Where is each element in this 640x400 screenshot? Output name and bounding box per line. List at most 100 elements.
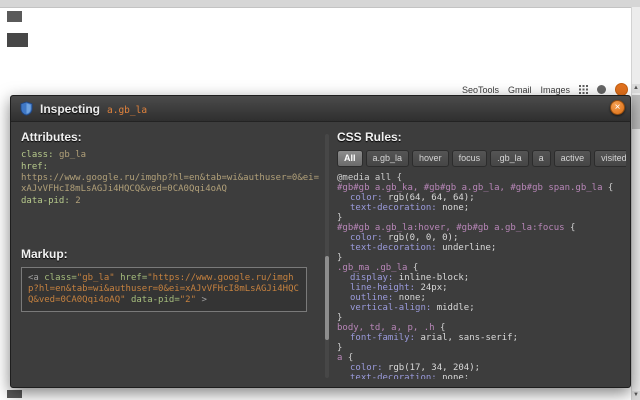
- inspector-panel: Inspecting a.gb_la × Attributes: class: …: [10, 95, 631, 388]
- attribute-value: 2: [75, 196, 81, 206]
- brace: }: [337, 343, 343, 353]
- css-property: vertical-align:: [350, 303, 432, 313]
- css-tab-gb-la[interactable]: .gb_la: [490, 150, 529, 167]
- rule-selector: #gb#gb a.gb_ka, #gb#gb a.gb_la, #gb#gb s…: [337, 183, 603, 193]
- attribute-name: href:: [21, 162, 49, 172]
- css-property: text-decoration:: [350, 373, 437, 379]
- header-link-gmail[interactable]: Gmail: [508, 85, 532, 95]
- attributes-section: Attributes: class: gb_la href: https://ww…: [21, 128, 321, 384]
- brace: {: [342, 353, 354, 363]
- scroll-down-arrow[interactable]: ▼: [632, 391, 640, 400]
- css-tab-active[interactable]: active: [553, 150, 592, 167]
- css-property: color:: [350, 363, 383, 373]
- page-scrollbar[interactable]: [631, 7, 640, 400]
- rule-selector: #gb#gb a.gb_la:hover, #gb#gb a.gb_la:foc…: [337, 223, 565, 233]
- css-property: color:: [350, 193, 383, 203]
- css-line: #gb#gb a.gb_la:hover, #gb#gb a.gb_la:foc…: [337, 223, 626, 233]
- inspector-titlebar[interactable]: Inspecting a.gb_la ×: [11, 96, 630, 122]
- css-scrollbar-thumb[interactable]: [325, 256, 329, 340]
- css-tab-a-gb-la[interactable]: a.gb_la: [365, 150, 410, 167]
- css-tab-focus[interactable]: focus: [451, 150, 488, 167]
- css-line: color: rgb(17, 34, 204);: [337, 363, 626, 373]
- css-value: rgb(17, 34, 204);: [387, 363, 481, 373]
- header-link[interactable]: SeoTools: [462, 85, 499, 95]
- css-value: 24px;: [420, 283, 448, 293]
- markup-attr-name: class=: [44, 273, 77, 283]
- css-property: display:: [350, 273, 394, 283]
- browser-top-strip: [0, 0, 640, 8]
- attribute-value: gb_la: [58, 150, 87, 160]
- close-icon[interactable]: ×: [610, 100, 625, 115]
- css-value: rgb(0, 0, 0);: [387, 233, 459, 243]
- brace: {: [407, 263, 419, 273]
- css-tab-all[interactable]: All: [337, 150, 363, 167]
- brace: {: [434, 323, 446, 333]
- css-line: text-decoration: none;: [337, 373, 626, 379]
- brace: {: [602, 183, 614, 193]
- css-line: }: [337, 343, 626, 353]
- css-rules-section: CSS Rules: All a.gb_la hover focus .gb_la a ac…: [331, 128, 626, 384]
- attribute-name: class:: [21, 150, 59, 160]
- css-property: outline:: [350, 293, 394, 303]
- rule-selector: body, td, a, p, .h: [337, 323, 435, 333]
- css-property: text-decoration:: [350, 243, 437, 253]
- css-value: inline-block;: [398, 273, 470, 283]
- css-line: #gb#gb a.gb_ka, #gb#gb a.gb_la, #gb#gb s…: [337, 183, 626, 193]
- attribute-value: https://www.google.ru/imghp?hl=en&tab=wi…: [21, 173, 320, 194]
- markup-attr-value: "gb_la": [76, 273, 115, 283]
- brace: }: [337, 213, 343, 223]
- media-query: @media all {: [337, 173, 403, 183]
- attribute-row: data-pid: 2: [21, 196, 321, 207]
- css-value: none;: [442, 203, 470, 213]
- css-line: font-family: arial, sans-serif;: [337, 333, 626, 343]
- notifications-icon[interactable]: [597, 85, 606, 94]
- css-line: text-decoration: none;: [337, 203, 626, 213]
- brace: }: [337, 253, 343, 263]
- css-value: none;: [442, 373, 470, 379]
- browser-control[interactable]: [7, 11, 22, 22]
- css-code: @media all {#gb#gb a.gb_ka, #gb#gb a.gb_…: [337, 173, 626, 379]
- markup-attr-name: href=: [120, 273, 148, 283]
- css-line: color: rgb(0, 0, 0);: [337, 233, 626, 243]
- css-line: line-height: 24px;: [337, 283, 626, 293]
- css-property: color:: [350, 233, 383, 243]
- markup-code: <a class="gb_la" href="https://www.googl…: [21, 267, 307, 312]
- css-property: line-height:: [350, 283, 416, 293]
- css-line: color: rgb(64, 64, 64);: [337, 193, 626, 203]
- markup-heading: Markup:: [21, 247, 68, 261]
- attribute-row: href: https://www.google.ru/imghp?hl=en&…: [21, 162, 321, 195]
- brace: }: [337, 313, 343, 323]
- brace: {: [564, 223, 576, 233]
- rule-selector: .gb_ma .gb_la: [337, 263, 408, 273]
- attributes-list: class: gb_la href: https://www.google.ru/…: [21, 150, 321, 207]
- css-line: }: [337, 213, 626, 223]
- attribute-name: data-pid:: [21, 196, 76, 206]
- inspector-logo-icon: [19, 101, 34, 116]
- markup-attr-value: "2": [179, 295, 197, 305]
- attribute-row: class: gb_la: [21, 150, 321, 161]
- apps-grid-icon[interactable]: [579, 85, 588, 94]
- inspector-content: Attributes: class: gb_la href: https://ww…: [11, 122, 630, 388]
- css-value: none;: [398, 293, 426, 303]
- browser-control[interactable]: [7, 33, 28, 47]
- css-line: text-decoration: underline;: [337, 243, 626, 253]
- css-line: }: [337, 313, 626, 323]
- css-line: @media all {: [337, 173, 626, 183]
- css-line: outline: none;: [337, 293, 626, 303]
- header-link-images[interactable]: Images: [540, 85, 570, 95]
- scroll-up-arrow[interactable]: ▲: [632, 84, 640, 93]
- css-property: text-decoration:: [350, 203, 437, 213]
- page-scrollbar-thumb[interactable]: [632, 95, 640, 129]
- css-tab-hover[interactable]: hover: [412, 150, 449, 167]
- css-value: underline;: [442, 243, 497, 253]
- css-line: vertical-align: middle;: [337, 303, 626, 313]
- browser-control[interactable]: [7, 390, 22, 398]
- css-value: rgb(64, 64, 64);: [387, 193, 475, 203]
- css-tab-a[interactable]: a: [531, 150, 551, 167]
- css-rules-heading: CSS Rules:: [337, 130, 402, 144]
- css-tab-visited[interactable]: visited: [594, 150, 626, 167]
- markup-attr-name: data-pid=: [130, 295, 180, 305]
- css-line: display: inline-block;: [337, 273, 626, 283]
- markup-tag: >: [201, 295, 207, 305]
- css-filter-tabs: All a.gb_la hover focus .gb_la a active visited: [337, 150, 626, 167]
